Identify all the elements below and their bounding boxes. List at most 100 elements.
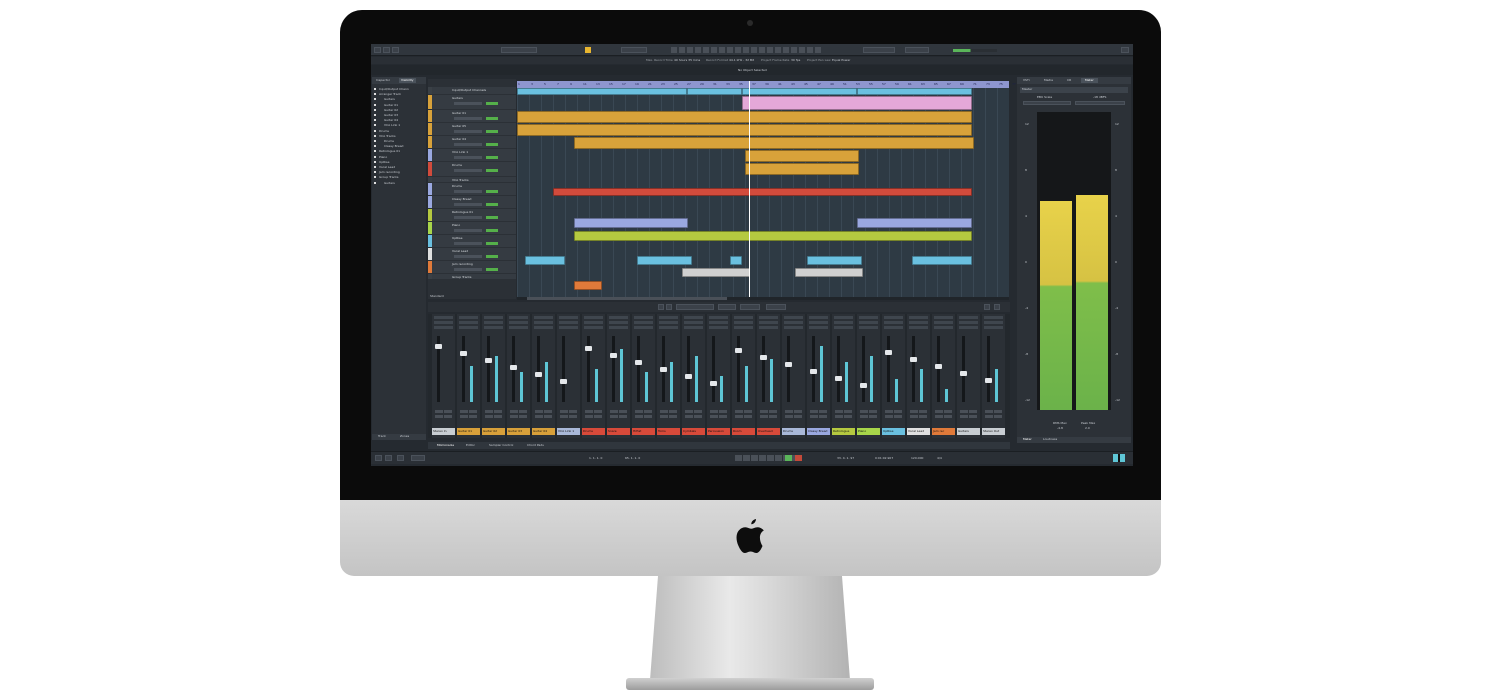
track-monitor-button[interactable] <box>486 156 498 159</box>
channel-routing[interactable] <box>434 326 453 329</box>
event-clip[interactable] <box>687 88 742 95</box>
read-button[interactable] <box>485 415 493 418</box>
channel-input[interactable] <box>584 321 603 324</box>
visibility-item[interactable]: Input/Output Chann <box>379 87 409 91</box>
channel-input[interactable] <box>784 321 803 324</box>
channel-input[interactable] <box>984 321 1003 324</box>
channel-name[interactable]: Drums <box>582 428 605 435</box>
read-button[interactable] <box>635 415 643 418</box>
read-button[interactable] <box>510 415 518 418</box>
channel-name[interactable]: Guitars <box>957 428 980 435</box>
visibility-check-icon[interactable] <box>374 160 376 163</box>
track-header[interactable]: VCA Tracks <box>428 177 516 182</box>
channel-name[interactable]: Piano <box>857 428 880 435</box>
read-button[interactable] <box>910 415 918 418</box>
channel-routing[interactable] <box>584 326 603 329</box>
write-button[interactable] <box>719 415 727 418</box>
visibility-check-icon[interactable] <box>374 88 376 90</box>
track-header[interactable]: Drums <box>428 162 516 176</box>
punch-out-button[interactable] <box>397 455 404 461</box>
visibility-item[interactable]: Guitar 04 <box>384 118 398 122</box>
visibility-item[interactable]: Drums <box>379 129 389 133</box>
mixer-add-button[interactable] <box>984 304 990 310</box>
read-button[interactable] <box>785 415 793 418</box>
solo-button[interactable] <box>719 410 727 413</box>
visibility-check-icon[interactable] <box>374 103 376 106</box>
event-clip[interactable] <box>745 163 859 175</box>
tab-track[interactable]: Track <box>378 434 386 439</box>
event-clip[interactable] <box>574 231 972 241</box>
track-monitor-button[interactable] <box>486 268 498 271</box>
track-monitor-button[interactable] <box>486 143 498 146</box>
channel-name[interactable]: HiHat <box>632 428 655 435</box>
read-button[interactable] <box>835 415 843 418</box>
visibility-item[interactable]: Guitars <box>384 97 395 101</box>
read-button[interactable] <box>560 415 568 418</box>
fader-cap[interactable] <box>635 360 642 365</box>
constrain-button[interactable] <box>383 47 390 53</box>
read-button[interactable] <box>935 415 943 418</box>
solo-button[interactable] <box>669 410 677 413</box>
channel-fader-track[interactable] <box>837 336 840 402</box>
write-button[interactable] <box>994 415 1002 418</box>
write-button[interactable] <box>644 415 652 418</box>
channel-pan[interactable] <box>609 316 628 319</box>
channel-pan[interactable] <box>859 316 878 319</box>
write-button[interactable] <box>519 415 527 418</box>
mixer-view-button[interactable] <box>658 304 664 310</box>
mute-button[interactable] <box>785 410 793 413</box>
fader-cap[interactable] <box>985 378 992 383</box>
channel-routing[interactable] <box>934 326 953 329</box>
event-clip[interactable] <box>637 256 692 265</box>
position-display[interactable]: 33. 4. 1. 97 <box>837 456 854 461</box>
write-button[interactable] <box>869 415 877 418</box>
track-controls[interactable] <box>454 143 482 146</box>
event-clip[interactable] <box>730 256 742 265</box>
solo-button[interactable] <box>844 410 852 413</box>
event-clip[interactable] <box>574 281 602 290</box>
write-button[interactable] <box>969 415 977 418</box>
mute-button[interactable] <box>885 410 893 413</box>
write-button[interactable] <box>669 415 677 418</box>
event-clip[interactable] <box>517 124 972 136</box>
tab-zones[interactable]: Zones <box>400 434 409 439</box>
solo-button[interactable] <box>919 410 927 413</box>
mute-button[interactable] <box>760 410 768 413</box>
horizontal-scrollbar[interactable] <box>517 297 1009 300</box>
mute-button[interactable] <box>610 410 618 413</box>
visibility-check-icon[interactable] <box>374 176 376 179</box>
channel-name[interactable]: Guitar 03 <box>507 428 530 435</box>
event-clip[interactable] <box>745 150 859 162</box>
solo-button[interactable] <box>769 410 777 413</box>
channel-name[interactable]: Cymbals <box>682 428 705 435</box>
channel-routing[interactable] <box>784 326 803 329</box>
fader-cap[interactable] <box>835 376 842 381</box>
track-controls[interactable] <box>454 156 482 159</box>
visibility-check-icon[interactable] <box>374 145 376 148</box>
event-clip[interactable] <box>682 268 750 277</box>
write-button[interactable] <box>569 415 577 418</box>
write-button[interactable] <box>744 415 752 418</box>
channel-routing[interactable] <box>634 326 653 329</box>
visibility-check-icon[interactable] <box>374 108 376 111</box>
fader-cap[interactable] <box>735 348 742 353</box>
solo-indicator[interactable] <box>585 47 591 53</box>
channel-pan[interactable] <box>984 316 1003 319</box>
channel-name[interactable]: Classy Bread <box>807 428 830 435</box>
mute-button[interactable] <box>910 410 918 413</box>
solo-button[interactable] <box>994 410 1002 413</box>
read-button[interactable] <box>435 415 443 418</box>
track-header[interactable]: UpRise <box>428 235 516 247</box>
fader-cap[interactable] <box>885 350 892 355</box>
write-button[interactable] <box>769 415 777 418</box>
track-monitor-button[interactable] <box>486 190 498 193</box>
channel-routing[interactable] <box>759 326 778 329</box>
read-button[interactable] <box>460 415 468 418</box>
write-button[interactable] <box>544 415 552 418</box>
right-locator[interactable]: 65. 1. 1. 0 <box>625 456 640 461</box>
channel-input[interactable] <box>834 321 853 324</box>
configurations-select[interactable]: Configurations <box>501 47 537 64</box>
tab-editor[interactable]: Editor <box>466 443 475 448</box>
track-controls[interactable] <box>454 169 482 172</box>
write-button[interactable] <box>894 415 902 418</box>
